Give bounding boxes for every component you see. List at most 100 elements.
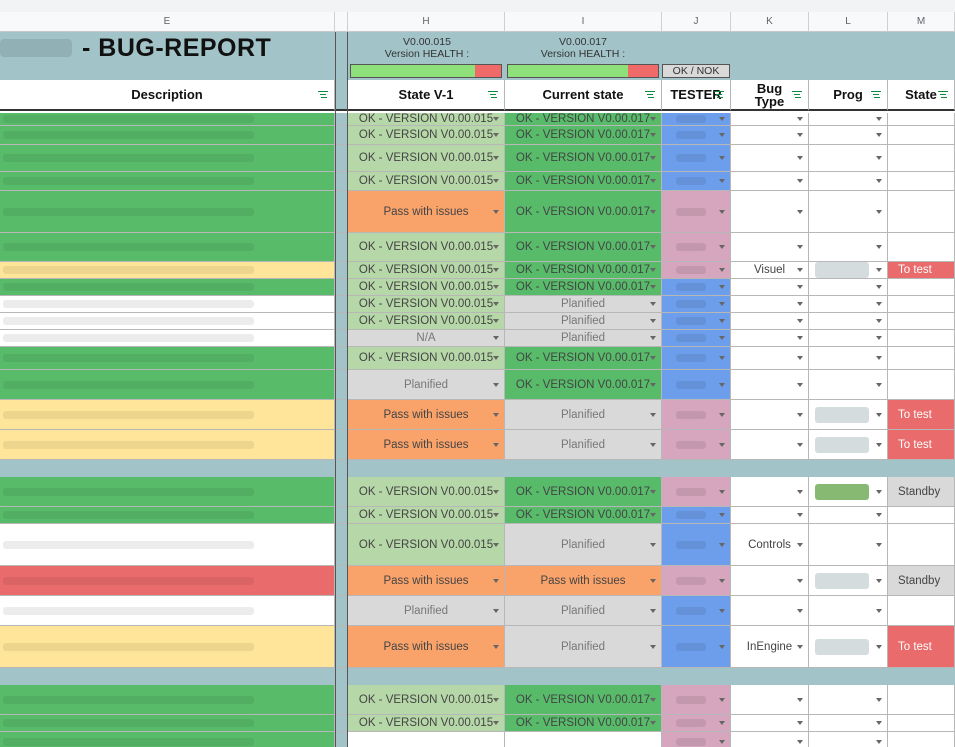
bug-type-cell[interactable] <box>731 732 809 747</box>
chevron-down-icon[interactable] <box>797 356 803 360</box>
chevron-down-icon[interactable] <box>719 302 725 306</box>
state-cell[interactable] <box>888 233 955 262</box>
chevron-down-icon[interactable] <box>876 285 882 289</box>
current-state-cell[interactable]: OK - VERSION V0.00.017 <box>505 715 662 732</box>
chevron-down-icon[interactable] <box>719 739 725 744</box>
prog-cell[interactable] <box>809 233 888 262</box>
current-state-cell[interactable]: Pass with issues <box>505 566 662 596</box>
current-state-cell[interactable]: OK - VERSION V0.00.017 <box>505 370 662 400</box>
chevron-down-icon[interactable] <box>650 442 656 447</box>
bug-type-cell[interactable] <box>731 685 809 715</box>
chevron-down-icon[interactable] <box>876 319 882 323</box>
chevron-down-icon[interactable] <box>797 268 803 272</box>
chevron-down-icon[interactable] <box>650 156 656 160</box>
description-cell[interactable] <box>0 596 335 626</box>
state-cell[interactable] <box>888 330 955 347</box>
chevron-down-icon[interactable] <box>650 209 656 214</box>
tester-cell[interactable] <box>662 400 731 430</box>
chevron-down-icon[interactable] <box>650 133 656 137</box>
chevron-down-icon[interactable] <box>719 179 725 183</box>
chevron-down-icon[interactable] <box>650 697 656 702</box>
description-cell[interactable] <box>0 370 335 400</box>
current-state-cell[interactable]: OK - VERSION V0.00.017 <box>505 262 662 279</box>
chevron-down-icon[interactable] <box>719 117 725 121</box>
chevron-down-icon[interactable] <box>797 179 803 183</box>
description-cell[interactable] <box>0 626 335 668</box>
description-cell[interactable] <box>0 313 335 330</box>
chevron-down-icon[interactable] <box>876 356 882 360</box>
chevron-down-icon[interactable] <box>493 268 499 272</box>
description-cell[interactable] <box>0 685 335 715</box>
chevron-down-icon[interactable] <box>650 268 656 272</box>
current-state-cell[interactable]: OK - VERSION V0.00.017 <box>505 233 662 262</box>
state-cell[interactable]: Standby <box>888 566 955 596</box>
chevron-down-icon[interactable] <box>876 739 882 744</box>
state-cell[interactable]: To test <box>888 400 955 430</box>
prog-cell[interactable] <box>809 296 888 313</box>
state-v1-cell[interactable]: OK - VERSION V0.00.015 <box>348 296 505 313</box>
bug-type-cell[interactable] <box>731 400 809 430</box>
header-prog[interactable]: Prog <box>809 80 888 111</box>
description-cell[interactable] <box>0 347 335 370</box>
chevron-down-icon[interactable] <box>650 356 656 360</box>
chevron-down-icon[interactable] <box>876 209 882 214</box>
prog-cell[interactable] <box>809 330 888 347</box>
chevron-down-icon[interactable] <box>719 578 725 583</box>
state-cell[interactable] <box>888 732 955 747</box>
tester-cell[interactable] <box>662 330 731 347</box>
bug-type-cell[interactable] <box>731 191 809 233</box>
state-v1-cell[interactable]: OK - VERSION V0.00.015 <box>348 524 505 566</box>
chevron-down-icon[interactable] <box>876 644 882 649</box>
chevron-down-icon[interactable] <box>493 542 499 547</box>
current-state-cell[interactable]: OK - VERSION V0.00.017 <box>505 126 662 145</box>
chevron-down-icon[interactable] <box>650 721 656 725</box>
header-desc[interactable]: Description <box>0 80 335 111</box>
state-v1-cell[interactable]: OK - VERSION V0.00.015 <box>348 279 505 296</box>
description-cell[interactable] <box>0 477 335 507</box>
column-letter[interactable] <box>335 12 348 32</box>
current-state-cell[interactable]: OK - VERSION V0.00.017 <box>505 685 662 715</box>
prog-cell[interactable] <box>809 370 888 400</box>
state-v1-cell[interactable]: OK - VERSION V0.00.015 <box>348 313 505 330</box>
header-v1[interactable]: State V-1 <box>348 80 505 111</box>
bug-type-cell[interactable] <box>731 596 809 626</box>
tester-cell[interactable] <box>662 191 731 233</box>
state-cell[interactable]: Standby <box>888 477 955 507</box>
state-v1-cell[interactable]: OK - VERSION V0.00.015 <box>348 145 505 172</box>
prog-cell[interactable] <box>809 626 888 668</box>
tester-cell[interactable] <box>662 113 731 126</box>
description-cell[interactable] <box>0 126 335 145</box>
chevron-down-icon[interactable] <box>797 442 803 447</box>
description-cell[interactable] <box>0 524 335 566</box>
chevron-down-icon[interactable] <box>797 302 803 306</box>
column-letter[interactable]: J <box>662 12 731 32</box>
chevron-down-icon[interactable] <box>719 697 725 702</box>
bug-type-cell[interactable] <box>731 347 809 370</box>
chevron-down-icon[interactable] <box>493 697 499 702</box>
prog-cell[interactable] <box>809 732 888 747</box>
chevron-down-icon[interactable] <box>876 245 882 249</box>
bug-type-cell[interactable]: Controls <box>731 524 809 566</box>
current-state-cell[interactable]: Planified <box>505 626 662 668</box>
description-cell[interactable] <box>0 145 335 172</box>
description-cell[interactable] <box>0 507 335 524</box>
current-state-cell[interactable] <box>505 732 662 747</box>
chevron-down-icon[interactable] <box>493 319 499 323</box>
bug-type-cell[interactable]: Visuel <box>731 262 809 279</box>
state-v1-cell[interactable]: Pass with issues <box>348 566 505 596</box>
chevron-down-icon[interactable] <box>876 268 882 272</box>
bug-type-cell[interactable] <box>731 233 809 262</box>
chevron-down-icon[interactable] <box>719 513 725 517</box>
chevron-down-icon[interactable] <box>797 644 803 649</box>
current-state-cell[interactable]: OK - VERSION V0.00.017 <box>505 113 662 126</box>
chevron-down-icon[interactable] <box>493 608 499 613</box>
chevron-down-icon[interactable] <box>719 156 725 160</box>
chevron-down-icon[interactable] <box>650 245 656 249</box>
filter-icon[interactable] <box>714 90 724 99</box>
state-v1-cell[interactable]: Planified <box>348 596 505 626</box>
tester-cell[interactable] <box>662 732 731 747</box>
chevron-down-icon[interactable] <box>797 336 803 340</box>
prog-cell[interactable] <box>809 262 888 279</box>
tester-cell[interactable] <box>662 347 731 370</box>
state-cell[interactable] <box>888 370 955 400</box>
